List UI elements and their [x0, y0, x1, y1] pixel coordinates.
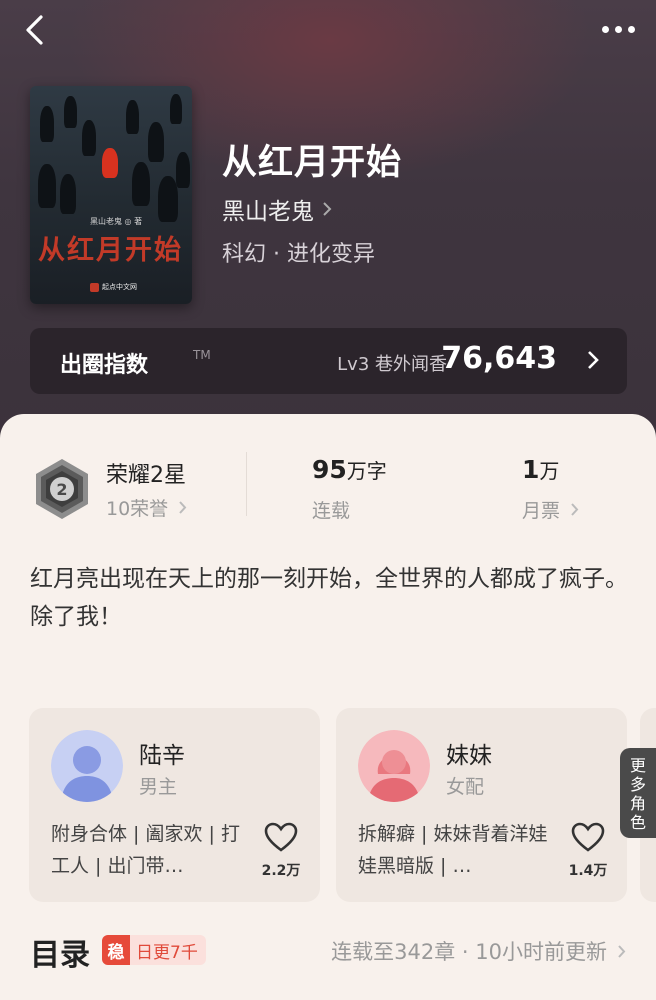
update-badge: 稳 日更7千: [102, 935, 206, 965]
chevron-right-icon: [618, 944, 626, 958]
cover-publisher: 起点中文网: [90, 282, 137, 292]
more-options-button[interactable]: [598, 14, 638, 44]
publisher-logo-icon: [90, 282, 99, 292]
chevron-right-icon: [323, 202, 332, 216]
character-card[interactable]: 陆辛 男主 附身合体 | 阖家欢 | 打工人 | 出门带… 2.2万: [29, 708, 320, 902]
monthly-votes-label: 月票: [522, 500, 561, 522]
toc-update-text: 连载至342章 · 10小时前更新: [331, 940, 607, 964]
trademark-mark: TM: [193, 348, 211, 362]
book-cover[interactable]: 黑山老鬼 ◎ 著 从红月开始 起点中文网: [30, 86, 192, 304]
toc-title[interactable]: 目录: [30, 930, 90, 974]
like-button[interactable]: 2.2万: [261, 822, 301, 880]
toc-update-link[interactable]: 连载至342章 · 10小时前更新: [331, 936, 626, 966]
character-card[interactable]: 妹妹 女配 拆解癖 | 妹妹背着洋娃娃黑暗版 | … 1.4万: [336, 708, 627, 902]
svg-text:2: 2: [56, 480, 67, 499]
cover-title: 从红月开始: [38, 235, 183, 266]
character-tags: 附身合体 | 阖家欢 | 打工人 | 出门带…: [51, 823, 240, 877]
divider: [246, 452, 247, 516]
synopsis-line: 红月亮出现在天上的那一刻开始，全世界的人都成了疯子。: [30, 566, 628, 592]
author-name: 黑山老鬼: [222, 199, 314, 225]
cover-red-figure: [102, 148, 118, 178]
more-dots-icon: [601, 25, 609, 33]
cover-author: 黑山老鬼 ◎ 著: [90, 217, 143, 226]
like-button[interactable]: 1.4万: [568, 822, 608, 880]
book-title: 从红月开始: [222, 143, 403, 183]
influence-value: 76,643: [441, 341, 557, 376]
character-tags: 拆解癖 | 妹妹背着洋娃娃黑暗版 | …: [358, 823, 548, 877]
chevron-right-icon: [179, 501, 187, 514]
avatar: [358, 730, 430, 802]
serial-status: 连载: [312, 500, 351, 522]
character-role: 男主: [139, 776, 178, 798]
synopsis[interactable]: 红月亮出现在天上的那一刻开始，全世界的人都成了疯子。 除了我！: [30, 560, 630, 636]
character-name: 陆辛: [139, 743, 185, 769]
more-characters-button[interactable]: 更 多 角 色: [620, 748, 656, 838]
chevron-right-icon: [588, 351, 599, 369]
influence-label: 出圈指数: [60, 353, 149, 378]
author-link[interactable]: 黑山老鬼: [222, 192, 332, 226]
like-count: 2.2万: [261, 863, 301, 879]
honor-title: 荣耀2星: [106, 463, 186, 488]
character-role: 女配: [446, 776, 485, 798]
back-arrow-icon: [26, 15, 43, 45]
influence-level: Lv3 巷外闻香: [337, 354, 447, 375]
influence-index-bar[interactable]: 出圈指数 TM Lv3 巷外闻香 76,643: [30, 328, 627, 394]
update-badge-text: 日更7千: [136, 942, 198, 963]
monthly-votes-count: 1万: [522, 455, 560, 484]
word-count: 95万字: [312, 455, 387, 484]
chevron-right-icon: [571, 503, 579, 516]
heart-icon: [571, 822, 605, 852]
heart-icon: [264, 822, 298, 852]
honor-medal-icon: 2: [36, 459, 88, 519]
monthly-votes-link[interactable]: 月票: [522, 496, 579, 523]
avatar: [51, 730, 123, 802]
character-name: 妹妹: [446, 743, 492, 769]
honor-link[interactable]: 10荣誉: [106, 494, 187, 521]
back-button[interactable]: [16, 12, 52, 48]
synopsis-line: 除了我！: [30, 604, 122, 630]
stable-icon: 稳: [102, 935, 130, 965]
like-count: 1.4万: [568, 863, 608, 879]
book-genre: 科幻 · 进化变异: [222, 242, 375, 267]
honor-count: 10荣誉: [106, 498, 169, 520]
